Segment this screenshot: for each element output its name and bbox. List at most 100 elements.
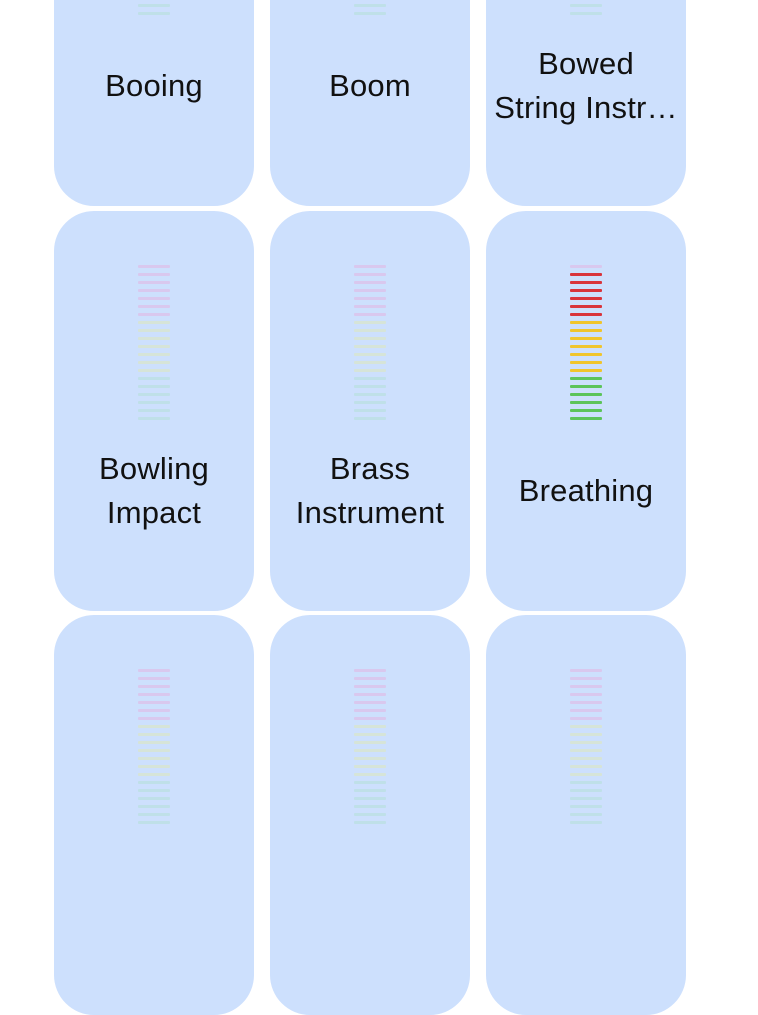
level-meter-segment — [570, 305, 602, 308]
level-meter-segment — [570, 717, 602, 720]
level-meter-segment — [354, 741, 386, 744]
level-meter-segment — [354, 329, 386, 332]
level-meter-segment — [354, 781, 386, 784]
level-meter-segment — [138, 305, 170, 308]
level-meter-segment — [354, 281, 386, 284]
level-meter-segment — [138, 693, 170, 696]
sound-card-bowling-impact[interactable]: Bowling Impact — [54, 211, 254, 611]
level-meter-segment — [570, 725, 602, 728]
sound-label: Booing — [105, 68, 203, 103]
level-meter-segment — [570, 805, 602, 808]
level-meter-segment — [354, 409, 386, 412]
sound-card-brass-instrument[interactable]: Brass Instrument — [270, 211, 470, 611]
level-meter-icon — [138, 265, 170, 421]
level-meter-segment — [138, 353, 170, 356]
level-meter-segment — [354, 821, 386, 824]
sound-label: Boom — [329, 68, 411, 103]
level-meter-segment — [570, 789, 602, 792]
level-meter-segment — [354, 725, 386, 728]
level-meter-segment — [354, 401, 386, 404]
level-meter-segment — [570, 377, 602, 380]
level-meter-segment — [138, 821, 170, 824]
level-meter-segment — [354, 361, 386, 364]
level-meter-segment — [354, 305, 386, 308]
level-meter-icon — [570, 0, 602, 16]
level-meter-segment — [354, 353, 386, 356]
level-meter-segment — [354, 709, 386, 712]
level-meter-segment — [570, 12, 602, 15]
level-meter-segment — [570, 733, 602, 736]
level-meter-segment — [354, 773, 386, 776]
level-meter-segment — [354, 265, 386, 268]
level-meter-segment — [138, 297, 170, 300]
level-meter-segment — [570, 265, 602, 268]
level-meter-segment — [138, 709, 170, 712]
sound-card-breathing[interactable]: Breathing — [486, 211, 686, 611]
level-meter-segment — [354, 393, 386, 396]
sound-card[interactable] — [270, 615, 470, 1015]
level-meter-icon — [138, 0, 170, 16]
level-meter-segment — [570, 289, 602, 292]
level-meter-segment — [138, 417, 170, 420]
level-meter-segment — [570, 701, 602, 704]
level-meter-segment — [138, 765, 170, 768]
level-meter-segment — [570, 369, 602, 372]
level-meter-segment — [354, 345, 386, 348]
level-meter-segment — [138, 289, 170, 292]
sound-card[interactable] — [486, 615, 686, 1015]
level-meter-segment — [354, 289, 386, 292]
level-meter-segment — [570, 329, 602, 332]
level-meter-segment — [138, 733, 170, 736]
level-meter-segment — [138, 321, 170, 324]
level-meter-segment — [138, 393, 170, 396]
level-meter-segment — [354, 273, 386, 276]
sound-label — [62, 835, 246, 955]
level-meter-icon — [570, 669, 602, 825]
sound-card-bowed-string-instrument[interactable]: Bowed String Instr… — [486, 0, 686, 206]
level-meter-segment — [138, 797, 170, 800]
level-meter-segment — [138, 717, 170, 720]
level-meter-segment — [570, 417, 602, 420]
sound-card-boom[interactable]: Boom — [270, 0, 470, 206]
level-meter-segment — [354, 337, 386, 340]
level-meter-segment — [354, 12, 386, 15]
level-meter-segment — [138, 401, 170, 404]
level-meter-segment — [354, 789, 386, 792]
level-meter-segment — [570, 345, 602, 348]
level-meter-segment — [570, 385, 602, 388]
level-meter-segment — [138, 789, 170, 792]
level-meter-icon — [354, 669, 386, 825]
level-meter-segment — [570, 821, 602, 824]
level-meter-segment — [354, 297, 386, 300]
sound-card-booing[interactable]: Booing — [54, 0, 254, 206]
level-meter-segment — [354, 385, 386, 388]
level-meter-segment — [570, 709, 602, 712]
level-meter-segment — [570, 773, 602, 776]
level-meter-segment — [570, 669, 602, 672]
level-meter-segment — [138, 4, 170, 7]
sound-card[interactable] — [54, 615, 254, 1015]
level-meter-segment — [354, 765, 386, 768]
level-meter-segment — [138, 701, 170, 704]
level-meter-segment — [138, 313, 170, 316]
level-meter-segment — [138, 773, 170, 776]
level-meter-segment — [570, 273, 602, 276]
level-meter-segment — [138, 12, 170, 15]
level-meter-segment — [354, 669, 386, 672]
level-meter-segment — [354, 313, 386, 316]
level-meter-segment — [570, 281, 602, 284]
level-meter-icon — [354, 265, 386, 421]
level-meter-icon — [354, 0, 386, 16]
level-meter-segment — [138, 369, 170, 372]
level-meter-segment — [570, 297, 602, 300]
level-meter-segment — [570, 685, 602, 688]
level-meter-segment — [138, 725, 170, 728]
sound-label: Brass Instrument — [295, 451, 445, 530]
sound-label — [278, 835, 462, 955]
level-meter-segment — [354, 813, 386, 816]
level-meter-segment — [354, 417, 386, 420]
level-meter-segment — [138, 273, 170, 276]
level-meter-segment — [138, 281, 170, 284]
level-meter-segment — [354, 693, 386, 696]
level-meter-segment — [354, 369, 386, 372]
